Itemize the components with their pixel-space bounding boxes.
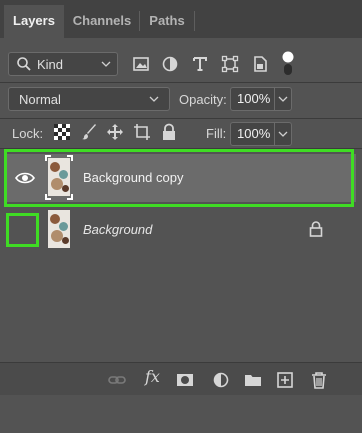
tab-layers[interactable]: Layers [4,5,64,38]
visibility-toggle-empty[interactable] [12,219,32,239]
layers-bottom-toolbar: fx [0,362,362,395]
chevron-down-icon [278,131,288,137]
opacity-label: Opacity: [179,92,227,107]
link-layers-icon[interactable] [108,371,126,389]
opacity-dropdown[interactable] [275,94,291,104]
lock-icon[interactable] [309,221,323,237]
opacity-value[interactable]: 100% [231,88,275,110]
type-filter-icon[interactable] [191,55,209,73]
panel-tab-bar: Layers Channels Paths [0,0,362,38]
tab-divider [139,11,140,31]
layer-thumbnail [48,158,70,196]
layer-row-background[interactable]: Background [6,205,356,253]
tab-divider [194,11,195,31]
layer-name[interactable]: Background [83,222,152,237]
lock-all-icon[interactable] [160,123,178,141]
lock-image-pixels-icon[interactable] [80,123,98,141]
lock-position-icon[interactable] [106,123,124,141]
shape-filter-icon[interactable] [221,55,239,73]
selection-corner [67,194,73,200]
layer-name[interactable]: Background copy [83,170,183,185]
lock-label: Lock: [12,126,44,141]
kind-filter-select[interactable]: Kind [8,52,118,76]
layers-panel: Kind Normal Opacity: 100% Lock: Fill: 10… [0,38,362,433]
chevron-down-icon [149,96,159,102]
delete-layer-icon[interactable] [310,371,328,389]
adjustment-layer-icon[interactable] [212,371,230,389]
selection-corner [45,155,51,161]
layer-thumbnail [48,210,70,248]
fill-dropdown[interactable] [275,129,291,139]
fill-value[interactable]: 100% [231,123,275,145]
fill-field[interactable]: 100% [230,122,292,146]
chevron-down-icon [278,96,288,102]
new-layer-icon[interactable] [276,371,294,389]
fill-label: Fill: [206,126,227,141]
search-icon [17,57,31,71]
adjustment-filter-icon[interactable] [161,55,179,73]
lock-artboard-icon[interactable] [133,123,151,141]
blend-mode-value: Normal [19,91,61,107]
filter-toggle-switch[interactable] [281,50,295,76]
lock-transparent-pixels-icon[interactable] [53,123,71,141]
layer-row-background-copy[interactable]: Background copy [6,154,356,202]
selection-corner [67,155,73,161]
divider [0,148,362,149]
smart-object-filter-icon[interactable] [251,55,269,73]
divider [0,118,362,119]
add-mask-icon[interactable] [176,371,194,389]
image-filter-icon[interactable] [132,55,150,73]
tab-channels[interactable]: Channels [66,5,138,38]
new-group-icon[interactable] [244,371,262,389]
divider [0,82,362,83]
blend-mode-select[interactable]: Normal [8,87,170,111]
eye-icon[interactable] [15,171,35,185]
opacity-field[interactable]: 100% [230,87,292,111]
fx-icon[interactable]: fx [145,367,160,386]
kind-filter-label: Kind [37,56,64,72]
selection-corner [45,194,51,200]
chevron-down-icon [101,61,111,67]
tab-paths[interactable]: Paths [141,5,193,38]
